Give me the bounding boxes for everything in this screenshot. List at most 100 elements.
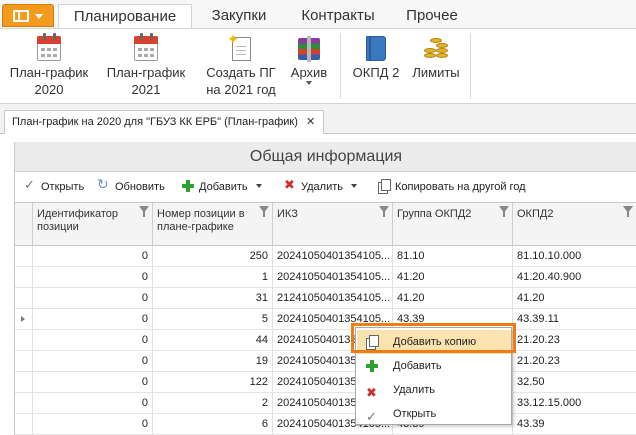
- delete-button[interactable]: Удалить: [283, 177, 357, 195]
- cell-okpd2[interactable]: 32.50: [513, 372, 636, 392]
- row-indicator[interactable]: [15, 267, 33, 287]
- cell-id[interactable]: 0: [33, 414, 153, 434]
- row-indicator[interactable]: [15, 393, 33, 413]
- cell-ikz[interactable]: 20241050401354105...: [273, 267, 393, 287]
- close-icon[interactable]: ✕: [306, 115, 315, 128]
- table-row[interactable]: 0220241050401354105...33.1233.12.15.000: [15, 393, 636, 414]
- calendar-icon: [35, 33, 63, 63]
- plan-2021-button[interactable]: План-график 2021: [100, 33, 192, 103]
- context-menu-label: Удалить: [393, 384, 435, 396]
- open-button[interactable]: Открыть: [23, 177, 84, 195]
- tab-planning[interactable]: Планирование: [58, 4, 192, 28]
- column-header-okpd2-group[interactable]: Группа ОКПД2: [393, 203, 513, 246]
- cell-okpd2-group[interactable]: 81.10: [393, 246, 513, 266]
- cell-position-number[interactable]: 44: [153, 330, 273, 350]
- tab-purchases[interactable]: Закупки: [196, 4, 282, 28]
- tab-contracts[interactable]: Контракты: [286, 4, 390, 28]
- positions-grid: Идентификатор позиции Номер позиции в пл…: [15, 202, 636, 435]
- create-pg-button[interactable]: ✦ Создать ПГ на 2021 год: [198, 32, 284, 103]
- cell-okpd2[interactable]: 41.20: [513, 288, 636, 308]
- cell-position-number[interactable]: 2: [153, 393, 273, 413]
- archive-button[interactable]: Архив: [286, 33, 332, 103]
- row-indicator[interactable]: [15, 351, 33, 371]
- open-check-icon: [23, 177, 37, 193]
- table-row[interactable]: 0 250 20241050401354105... 81.10 81.10.10.00…: [15, 246, 636, 267]
- cell-position-number[interactable]: 19: [153, 351, 273, 371]
- magic-wand-icon: ✦: [227, 32, 255, 63]
- chevron-down-icon[interactable]: [351, 184, 357, 188]
- table-row[interactable]: 012220241050401354105...32.5032.50: [15, 372, 636, 393]
- cell-id[interactable]: 0: [33, 267, 153, 287]
- cell-id[interactable]: 0: [33, 309, 153, 329]
- row-indicator[interactable]: [15, 330, 33, 350]
- book-icon: [362, 33, 390, 63]
- cell-okpd2[interactable]: 41.20.40.900: [513, 267, 636, 287]
- filter-icon[interactable]: [139, 206, 149, 217]
- column-header-id[interactable]: Идентификатор позиции: [33, 203, 153, 246]
- refresh-button[interactable]: Обновить: [97, 176, 165, 195]
- context-menu-item-open[interactable]: Открыть: [357, 402, 511, 429]
- cell-okpd2[interactable]: 33.12.15.000: [513, 393, 636, 413]
- context-menu-item-add[interactable]: Добавить: [357, 354, 511, 378]
- filter-icon[interactable]: [259, 206, 269, 217]
- column-header-label: Идентификатор позиции: [37, 208, 118, 233]
- column-header-label: ИКЗ: [277, 208, 298, 220]
- cell-okpd2[interactable]: 43.39: [513, 414, 636, 434]
- context-menu-item-delete[interactable]: Удалить: [357, 378, 511, 405]
- limits-button[interactable]: Лимиты: [408, 33, 464, 103]
- delete-x-icon: [283, 177, 297, 193]
- ribbon-panel: План-график 2020 План-график 2021 ✦ Созд…: [0, 28, 636, 104]
- row-indicator[interactable]: [15, 372, 33, 392]
- row-indicator[interactable]: [15, 246, 33, 266]
- table-row[interactable]: 0 31 21241050401354105... 41.20 41.20: [15, 288, 636, 309]
- table-row[interactable]: 04420241050401354105...21.2021.20.23: [15, 330, 636, 351]
- cell-ikz[interactable]: 21241050401354105...: [273, 288, 393, 308]
- context-menu-label: Открыть: [393, 408, 437, 420]
- cell-position-number[interactable]: 6: [153, 414, 273, 434]
- filter-icon[interactable]: [623, 206, 633, 217]
- application-menu-button[interactable]: [2, 4, 54, 27]
- cell-okpd2-group[interactable]: 41.20: [393, 288, 513, 308]
- tab-other[interactable]: Прочее: [394, 4, 470, 28]
- row-indicator[interactable]: [15, 309, 33, 329]
- copy-other-year-button[interactable]: Копировать на другой год: [377, 179, 526, 195]
- cell-position-number[interactable]: 122: [153, 372, 273, 392]
- column-header-okpd2[interactable]: ОКПД2: [513, 203, 636, 246]
- cell-okpd2[interactable]: 43.39.11: [513, 309, 636, 329]
- column-header-label: ОКПД2: [517, 208, 554, 220]
- row-indicator[interactable]: [15, 414, 33, 434]
- cell-okpd2[interactable]: 21.20.23: [513, 351, 636, 371]
- table-row[interactable]: 0 1 20241050401354105... 41.20 41.20.40.900: [15, 267, 636, 288]
- cell-id[interactable]: 0: [33, 330, 153, 350]
- row-indicator[interactable]: [15, 288, 33, 308]
- cell-position-number[interactable]: 250: [153, 246, 273, 266]
- document-tab[interactable]: План-график на 2020 для "ГБУЗ КК ЕРБ" (П…: [4, 110, 324, 134]
- chevron-down-icon[interactable]: [255, 184, 262, 188]
- grid-toolbar: Открыть Обновить Добавить Удалить Копиро…: [15, 173, 636, 201]
- table-row[interactable]: 0 5 20241050401354105... 43.39 43.39.11: [15, 309, 636, 330]
- table-row[interactable]: 0620241050401354105...43.3943.39: [15, 414, 636, 435]
- filter-icon[interactable]: [379, 206, 389, 217]
- cell-okpd2[interactable]: 81.10.10.000: [513, 246, 636, 266]
- cell-id[interactable]: 0: [33, 246, 153, 266]
- filter-icon[interactable]: [499, 206, 509, 217]
- cell-position-number[interactable]: 31: [153, 288, 273, 308]
- table-row[interactable]: 01920241050401354105...21.2021.20.23: [15, 351, 636, 372]
- refresh-label: Обновить: [115, 181, 165, 193]
- column-header-ikz[interactable]: ИКЗ: [273, 203, 393, 246]
- cell-position-number[interactable]: 1: [153, 267, 273, 287]
- cell-okpd2-group[interactable]: 41.20: [393, 267, 513, 287]
- cell-id[interactable]: 0: [33, 288, 153, 308]
- cell-ikz[interactable]: 20241050401354105...: [273, 246, 393, 266]
- column-header-position-number[interactable]: Номер позиции в плане-графике: [153, 203, 273, 246]
- cell-id[interactable]: 0: [33, 351, 153, 371]
- cell-id[interactable]: 0: [33, 393, 153, 413]
- grid-header: Идентификатор позиции Номер позиции в пл…: [15, 202, 636, 246]
- cell-id[interactable]: 0: [33, 372, 153, 392]
- plan-2020-button[interactable]: План-график 2020: [4, 33, 94, 103]
- cell-okpd2[interactable]: 21.20.23: [513, 330, 636, 350]
- cell-position-number[interactable]: 5: [153, 309, 273, 329]
- add-button[interactable]: Добавить: [181, 179, 262, 195]
- okpd2-button[interactable]: ОКПД 2: [346, 33, 406, 103]
- plus-icon: [365, 359, 379, 373]
